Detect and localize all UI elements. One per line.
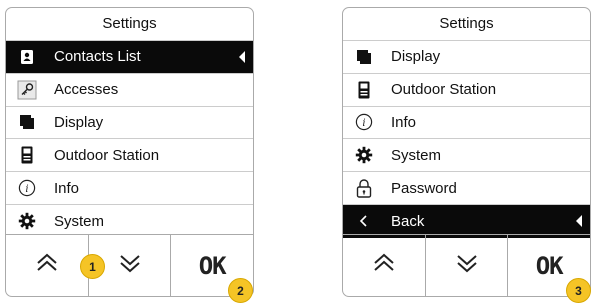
annotation-badge-3: 3: [566, 278, 591, 303]
menu-item-outdoor-station[interactable]: Outdoor Station: [343, 74, 590, 107]
menu-item-label: Display: [391, 48, 441, 66]
back-arrow-icon: [353, 210, 375, 232]
menu-item-system[interactable]: System: [343, 139, 590, 173]
menu-item-password[interactable]: Password: [343, 172, 590, 205]
double-chevron-up-icon: [372, 253, 396, 278]
menu-item-label: Back: [391, 212, 425, 230]
menu-item-label: System: [54, 212, 105, 230]
menu-item-label: Outdoor Station: [54, 146, 160, 164]
button-bar: OK: [343, 234, 590, 296]
menu-item-back[interactable]: Back: [343, 204, 590, 238]
gear-icon: [353, 144, 375, 166]
menu-item-info[interactable]: i Info: [6, 172, 253, 205]
menu-item-contacts-list[interactable]: Contacts List: [6, 41, 253, 74]
selection-caret-icon: [239, 50, 245, 63]
settings-menu: Display Outdoor Station i Info System Pa…: [343, 41, 590, 238]
menu-item-display[interactable]: Display: [6, 107, 253, 140]
double-chevron-up-icon: [35, 253, 59, 278]
menu-item-label: System: [391, 146, 442, 164]
info-icon: i: [353, 111, 375, 133]
menu-item-system[interactable]: System: [6, 205, 253, 238]
menu-item-label: Contacts List: [54, 48, 141, 66]
gear-icon: [16, 210, 38, 232]
menu-item-label: Info: [391, 113, 417, 131]
menu-item-label: Info: [54, 179, 80, 197]
scroll-up-button[interactable]: [343, 235, 426, 296]
scroll-up-button[interactable]: [6, 235, 89, 296]
settings-panel-left: Settings Contacts List Accesses Display: [5, 7, 254, 297]
padlock-icon: [353, 177, 375, 199]
panel-title: Settings: [343, 8, 590, 41]
button-bar: OK: [6, 234, 253, 296]
display-icon: [353, 46, 375, 68]
info-icon: i: [16, 177, 38, 199]
panel-title: Settings: [6, 8, 253, 41]
menu-item-accesses[interactable]: Accesses: [6, 74, 253, 107]
menu-item-outdoor-station[interactable]: Outdoor Station: [6, 139, 253, 173]
outdoor-station-icon: [16, 144, 38, 166]
menu-item-label: Password: [391, 179, 457, 197]
contacts-book-icon: [16, 46, 38, 68]
settings-panel-right: Settings Display Outdoor Station i Info …: [342, 7, 591, 297]
scroll-down-button[interactable]: [426, 235, 509, 296]
ok-label: OK: [198, 251, 227, 280]
svg-text:i: i: [362, 118, 365, 129]
menu-item-label: Outdoor Station: [391, 81, 497, 99]
double-chevron-down-icon: [118, 253, 142, 278]
ok-label: OK: [535, 251, 564, 280]
menu-item-label: Accesses: [54, 81, 119, 99]
selection-caret-icon: [576, 215, 582, 228]
settings-menu: Contacts List Accesses Display Outdoor S…: [6, 41, 253, 238]
annotation-badge-1: 1: [80, 254, 105, 279]
double-chevron-down-icon: [455, 253, 479, 278]
annotation-badge-2: 2: [228, 278, 253, 303]
menu-item-label: Display: [54, 113, 104, 131]
outdoor-station-icon: [353, 79, 375, 101]
menu-item-info[interactable]: i Info: [343, 107, 590, 140]
svg-text:i: i: [25, 184, 28, 195]
display-icon: [16, 111, 38, 133]
key-icon: [16, 79, 38, 101]
menu-item-display[interactable]: Display: [343, 41, 590, 74]
